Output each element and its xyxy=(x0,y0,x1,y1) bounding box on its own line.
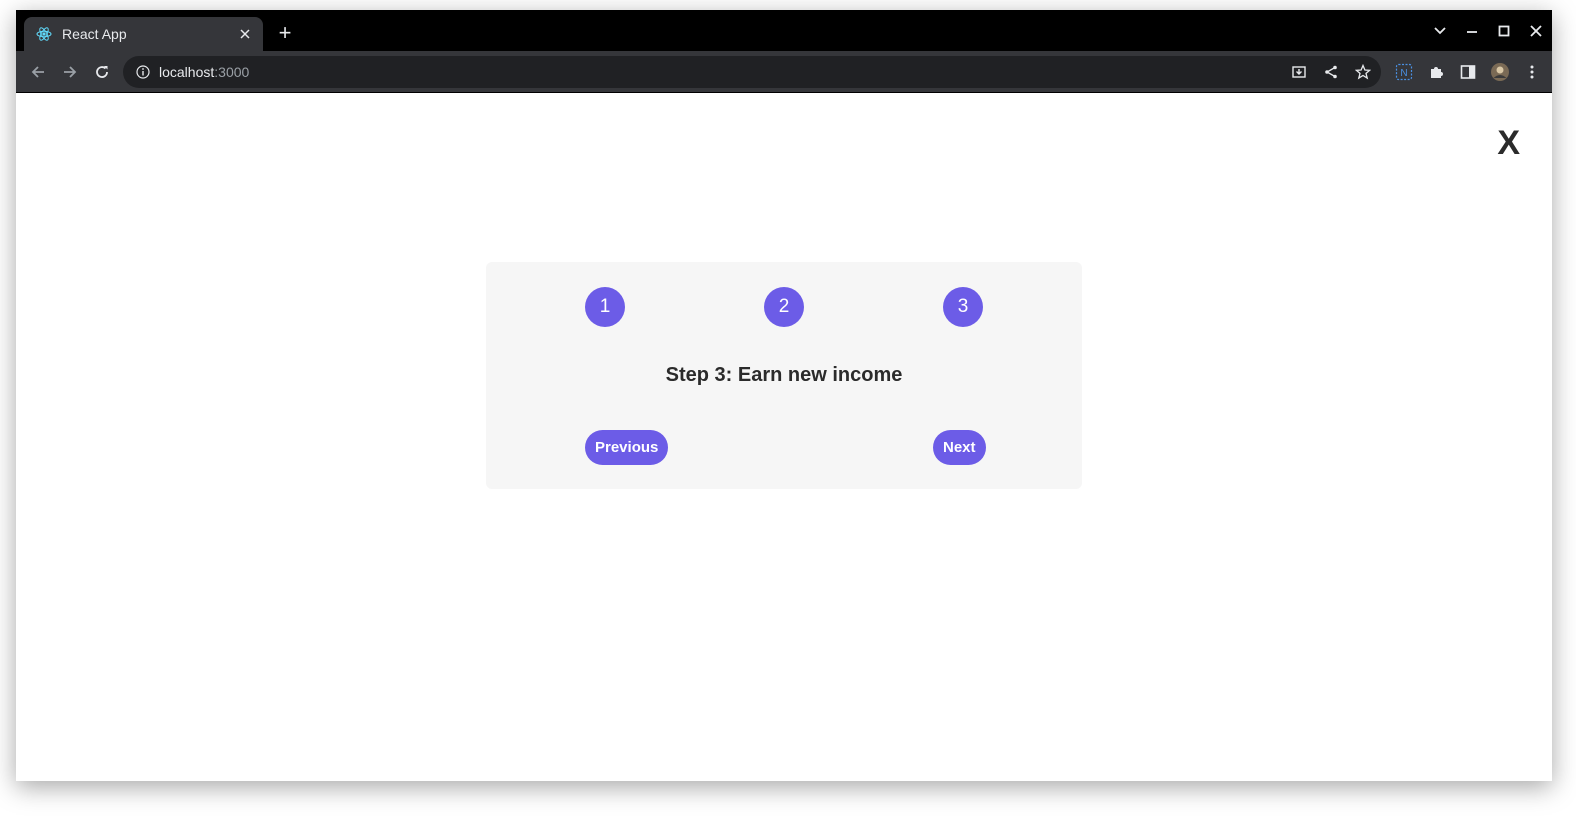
extensions-area: N xyxy=(1392,60,1544,84)
tab-strip: React App + xyxy=(16,10,1552,51)
url-text: localhost:3000 xyxy=(159,64,249,80)
close-button[interactable]: X xyxy=(1497,124,1520,162)
stepper-card: 1 2 3 Step 3: Earn new income Previous N… xyxy=(486,262,1082,489)
url-port: :3000 xyxy=(214,64,250,80)
close-window-icon[interactable] xyxy=(1520,16,1552,46)
previous-button[interactable]: Previous xyxy=(585,430,669,465)
step-2-circle[interactable]: 2 xyxy=(764,287,804,327)
svg-text:N: N xyxy=(1400,68,1407,79)
step-3-circle[interactable]: 3 xyxy=(943,287,983,327)
info-icon[interactable] xyxy=(135,64,151,80)
step-1-circle[interactable]: 1 xyxy=(585,287,625,327)
forward-arrow-icon[interactable] xyxy=(58,60,82,84)
side-panel-icon[interactable] xyxy=(1456,60,1480,84)
reload-icon[interactable] xyxy=(90,60,114,84)
close-icon[interactable] xyxy=(235,24,255,44)
browser-window: React App + localhost:3000 N X 1 2 3 Ste… xyxy=(16,10,1552,781)
window-controls xyxy=(1424,10,1552,51)
omnibox-actions xyxy=(1287,60,1375,84)
step-title: Step 3: Earn new income xyxy=(665,364,903,386)
react-icon xyxy=(36,26,52,42)
next-button[interactable]: Next xyxy=(933,430,986,465)
new-tab-button[interactable]: + xyxy=(274,22,296,44)
tab-search-icon[interactable] xyxy=(1424,16,1456,46)
avatar[interactable] xyxy=(1488,60,1512,84)
star-icon[interactable] xyxy=(1351,60,1375,84)
back-arrow-icon[interactable] xyxy=(26,60,50,84)
tab-title: React App xyxy=(62,26,127,42)
url-host: localhost xyxy=(159,64,215,80)
share-icon[interactable] xyxy=(1319,60,1343,84)
puzzle-icon[interactable] xyxy=(1424,60,1448,84)
notion-extension-icon[interactable]: N xyxy=(1392,60,1416,84)
page-content: X 1 2 3 Step 3: Earn new income Previous… xyxy=(16,94,1552,781)
minimize-icon[interactable] xyxy=(1456,16,1488,46)
address-bar[interactable]: localhost:3000 xyxy=(123,56,1381,88)
browser-toolbar: localhost:3000 N xyxy=(16,51,1552,93)
install-icon[interactable] xyxy=(1287,60,1311,84)
kebab-menu-icon[interactable] xyxy=(1520,60,1544,84)
tab-react-app[interactable]: React App xyxy=(24,17,263,51)
maximize-icon[interactable] xyxy=(1488,16,1520,46)
